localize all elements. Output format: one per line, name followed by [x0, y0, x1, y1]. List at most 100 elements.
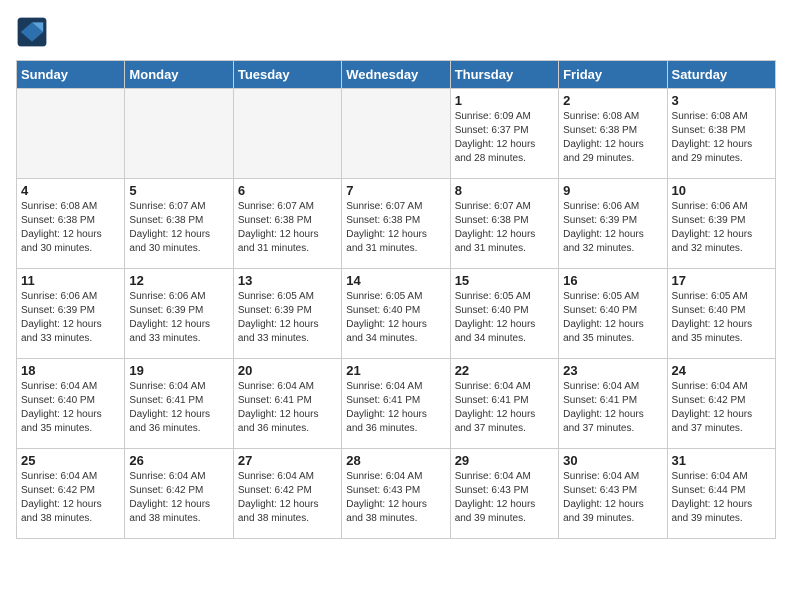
day-info: Sunrise: 6:05 AM Sunset: 6:40 PM Dayligh…: [672, 290, 771, 346]
weekday-sunday: Sunday: [17, 61, 125, 89]
calendar-cell: 8 Sunrise: 6:07 AM Sunset: 6:38 PM Daylig…: [450, 179, 558, 269]
calendar-cell: 28Sunrise: 6:04 AM Sunset: 6:43 PM Dayli…: [342, 449, 450, 539]
calendar-cell: 20 Sunrise: 6:04 AM Sunset: 6:41 PM Dayli…: [233, 359, 341, 449]
calendar-cell: 3 Sunrise: 6:08 AM Sunset: 6:38 PM Daylig…: [667, 89, 775, 179]
day-number: 13: [238, 273, 337, 288]
day-number: 31: [672, 453, 771, 468]
day-info: Sunrise: 6:04 AM Sunset: 6:43 PM Dayligh…: [455, 470, 554, 526]
day-info: Sunrise: 6:04 AM Sunset: 6:42 PM Dayligh…: [238, 470, 337, 526]
day-info: Sunrise: 6:07 AM Sunset: 6:38 PM Dayligh…: [346, 200, 445, 256]
calendar-cell: 16 Sunrise: 6:05 AM Sunset: 6:40 PM Dayli…: [559, 269, 667, 359]
day-info: Sunrise: 6:04 AM Sunset: 6:42 PM Dayligh…: [129, 470, 228, 526]
day-number: 14: [346, 273, 445, 288]
day-info: Sunrise: 6:04 AM Sunset: 6:41 PM Dayligh…: [129, 380, 228, 436]
day-info: Sunrise: 6:06 AM Sunset: 6:39 PM Dayligh…: [672, 200, 771, 256]
calendar-cell: 2 Sunrise: 6:08 AM Sunset: 6:38 PM Daylig…: [559, 89, 667, 179]
calendar-cell: [125, 89, 233, 179]
day-number: 7: [346, 183, 445, 198]
day-info: Sunrise: 6:04 AM Sunset: 6:41 PM Dayligh…: [563, 380, 662, 436]
calendar-cell: 31 Sunrise: 6:04 AM Sunset: 6:44 PM Dayli…: [667, 449, 775, 539]
weekday-saturday: Saturday: [667, 61, 775, 89]
page-header: [16, 16, 776, 48]
calendar-cell: 15 Sunrise: 6:05 AM Sunset: 6:40 PM Dayli…: [450, 269, 558, 359]
day-number: 10: [672, 183, 771, 198]
calendar-cell: [17, 89, 125, 179]
day-info: Sunrise: 6:06 AM Sunset: 6:39 PM Dayligh…: [21, 290, 120, 346]
day-number: 11: [21, 273, 120, 288]
calendar-cell: 27Sunrise: 6:04 AM Sunset: 6:42 PM Dayli…: [233, 449, 341, 539]
calendar-cell: [233, 89, 341, 179]
day-number: 8: [455, 183, 554, 198]
day-number: 19: [129, 363, 228, 378]
logo-icon: [16, 16, 48, 48]
calendar-cell: 5 Sunrise: 6:07 AM Sunset: 6:38 PM Daylig…: [125, 179, 233, 269]
weekday-friday: Friday: [559, 61, 667, 89]
day-number: 26: [129, 453, 228, 468]
day-info: Sunrise: 6:08 AM Sunset: 6:38 PM Dayligh…: [21, 200, 120, 256]
day-number: 3: [672, 93, 771, 108]
day-info: Sunrise: 6:04 AM Sunset: 6:41 PM Dayligh…: [346, 380, 445, 436]
weekday-wednesday: Wednesday: [342, 61, 450, 89]
day-number: 16: [563, 273, 662, 288]
day-number: 15: [455, 273, 554, 288]
day-number: 6: [238, 183, 337, 198]
day-info: Sunrise: 6:04 AM Sunset: 6:42 PM Dayligh…: [21, 470, 120, 526]
calendar-cell: 25 Sunrise: 6:04 AM Sunset: 6:42 PM Dayli…: [17, 449, 125, 539]
day-info: Sunrise: 6:05 AM Sunset: 6:40 PM Dayligh…: [455, 290, 554, 346]
calendar-cell: 23 Sunrise: 6:04 AM Sunset: 6:41 PM Dayli…: [559, 359, 667, 449]
day-number: 22: [455, 363, 554, 378]
week-row-4: 18 Sunrise: 6:04 AM Sunset: 6:40 PM Dayli…: [17, 359, 776, 449]
calendar-cell: 12 Sunrise: 6:06 AM Sunset: 6:39 PM Dayli…: [125, 269, 233, 359]
weekday-tuesday: Tuesday: [233, 61, 341, 89]
week-row-3: 11 Sunrise: 6:06 AM Sunset: 6:39 PM Dayli…: [17, 269, 776, 359]
day-number: 1: [455, 93, 554, 108]
day-number: 30: [563, 453, 662, 468]
day-info: Sunrise: 6:07 AM Sunset: 6:38 PM Dayligh…: [129, 200, 228, 256]
day-info: Sunrise: 6:08 AM Sunset: 6:38 PM Dayligh…: [672, 110, 771, 166]
day-info: Sunrise: 6:04 AM Sunset: 6:40 PM Dayligh…: [21, 380, 120, 436]
day-info: Sunrise: 6:04 AM Sunset: 6:41 PM Dayligh…: [455, 380, 554, 436]
calendar-table: SundayMondayTuesdayWednesdayThursdayFrid…: [16, 60, 776, 539]
day-info: Sunrise: 6:06 AM Sunset: 6:39 PM Dayligh…: [129, 290, 228, 346]
day-number: 23: [563, 363, 662, 378]
day-info: Sunrise: 6:05 AM Sunset: 6:40 PM Dayligh…: [563, 290, 662, 346]
calendar-cell: 7 Sunrise: 6:07 AM Sunset: 6:38 PM Daylig…: [342, 179, 450, 269]
day-info: Sunrise: 6:07 AM Sunset: 6:38 PM Dayligh…: [238, 200, 337, 256]
calendar-cell: 4 Sunrise: 6:08 AM Sunset: 6:38 PM Daylig…: [17, 179, 125, 269]
calendar-cell: 6 Sunrise: 6:07 AM Sunset: 6:38 PM Daylig…: [233, 179, 341, 269]
calendar-cell: [342, 89, 450, 179]
week-row-5: 25 Sunrise: 6:04 AM Sunset: 6:42 PM Dayli…: [17, 449, 776, 539]
day-number: 25: [21, 453, 120, 468]
day-number: 18: [21, 363, 120, 378]
week-row-2: 4 Sunrise: 6:08 AM Sunset: 6:38 PM Daylig…: [17, 179, 776, 269]
calendar-cell: 18 Sunrise: 6:04 AM Sunset: 6:40 PM Dayli…: [17, 359, 125, 449]
day-number: 20: [238, 363, 337, 378]
day-number: 17: [672, 273, 771, 288]
logo: [16, 16, 52, 48]
calendar-cell: 21 Sunrise: 6:04 AM Sunset: 6:41 PM Dayli…: [342, 359, 450, 449]
day-info: Sunrise: 6:06 AM Sunset: 6:39 PM Dayligh…: [563, 200, 662, 256]
calendar-cell: 29Sunrise: 6:04 AM Sunset: 6:43 PM Dayli…: [450, 449, 558, 539]
calendar-cell: 10 Sunrise: 6:06 AM Sunset: 6:39 PM Dayli…: [667, 179, 775, 269]
day-info: Sunrise: 6:07 AM Sunset: 6:38 PM Dayligh…: [455, 200, 554, 256]
calendar-cell: 19 Sunrise: 6:04 AM Sunset: 6:41 PM Dayli…: [125, 359, 233, 449]
calendar-cell: 11 Sunrise: 6:06 AM Sunset: 6:39 PM Dayli…: [17, 269, 125, 359]
day-info: Sunrise: 6:04 AM Sunset: 6:44 PM Dayligh…: [672, 470, 771, 526]
day-info: Sunrise: 6:04 AM Sunset: 6:43 PM Dayligh…: [346, 470, 445, 526]
day-info: Sunrise: 6:04 AM Sunset: 6:42 PM Dayligh…: [672, 380, 771, 436]
calendar-cell: 1Sunrise: 6:09 AM Sunset: 6:37 PM Daylig…: [450, 89, 558, 179]
day-number: 12: [129, 273, 228, 288]
calendar-cell: 13Sunrise: 6:05 AM Sunset: 6:39 PM Dayli…: [233, 269, 341, 359]
calendar-cell: 24Sunrise: 6:04 AM Sunset: 6:42 PM Dayli…: [667, 359, 775, 449]
day-info: Sunrise: 6:05 AM Sunset: 6:40 PM Dayligh…: [346, 290, 445, 346]
week-row-1: 1Sunrise: 6:09 AM Sunset: 6:37 PM Daylig…: [17, 89, 776, 179]
calendar-cell: 22 Sunrise: 6:04 AM Sunset: 6:41 PM Dayli…: [450, 359, 558, 449]
day-info: Sunrise: 6:04 AM Sunset: 6:41 PM Dayligh…: [238, 380, 337, 436]
day-number: 5: [129, 183, 228, 198]
day-info: Sunrise: 6:08 AM Sunset: 6:38 PM Dayligh…: [563, 110, 662, 166]
weekday-thursday: Thursday: [450, 61, 558, 89]
day-number: 21: [346, 363, 445, 378]
day-number: 2: [563, 93, 662, 108]
day-number: 4: [21, 183, 120, 198]
day-info: Sunrise: 6:04 AM Sunset: 6:43 PM Dayligh…: [563, 470, 662, 526]
